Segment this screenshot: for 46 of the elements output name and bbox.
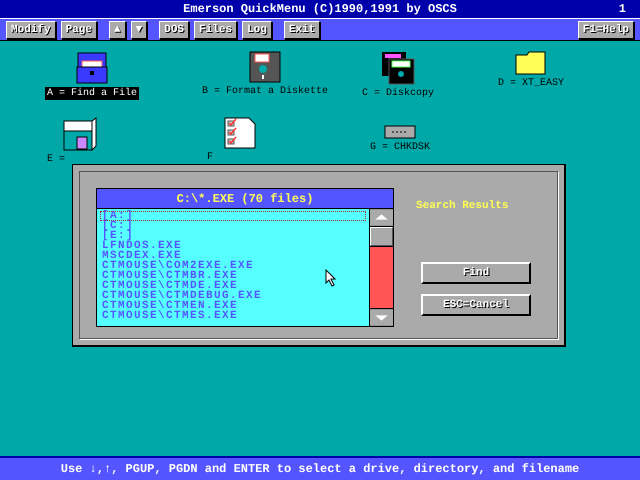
status-text: Use ↓,↑, PGUP, PGDN and ENTER to select a drive, directory, and filename xyxy=(60,462,580,476)
file-item[interactable]: CTMOUSE\CTMBR.EXE xyxy=(100,271,366,281)
file-item[interactable]: CTMOUSE\CTMDEBUG.EXE xyxy=(100,291,366,301)
icon-label[interactable]: C = Diskcopy xyxy=(360,87,436,100)
file-item[interactable]: CTMOUSE\CTMES.EXE xyxy=(100,311,366,321)
file-item[interactable]: [A:] xyxy=(100,211,366,221)
help-button[interactable]: F1=Help xyxy=(578,20,634,38)
toolbar-button[interactable]: Files xyxy=(194,20,238,38)
drive-icon[interactable] xyxy=(384,125,416,139)
icon-label[interactable]: F xyxy=(204,151,215,164)
icon-label[interactable]: B = Format a Diskette xyxy=(200,85,330,98)
file-item[interactable]: CTMOUSE\CTMEN.EXE xyxy=(100,301,366,311)
dialog-button[interactable]: ESC=Cancel xyxy=(421,294,531,316)
dialog-heading: Search Results xyxy=(416,200,508,212)
toolbar-button[interactable]: DOS xyxy=(159,20,190,38)
icon-label[interactable]: E = xyxy=(44,153,67,166)
scrollbar[interactable] xyxy=(369,209,393,326)
checklist-icon[interactable] xyxy=(224,117,256,149)
icon-label[interactable]: D = XT_EASY xyxy=(496,77,566,90)
page-number: 1 xyxy=(618,2,626,16)
file-box-icon[interactable] xyxy=(75,51,109,85)
file-item[interactable]: [E:] xyxy=(100,231,366,241)
scroll-up-icon[interactable] xyxy=(370,209,393,226)
file-item[interactable]: CTMOUSE\CTMDE.EXE xyxy=(100,281,366,291)
window-title: Emerson QuickMenu (C)1990,1991 by OSCS xyxy=(183,2,457,16)
file-item[interactable]: LFNDOS.EXE xyxy=(100,241,366,251)
pointer-icon xyxy=(325,269,337,287)
file-item[interactable]: CTMOUSE\COM2EXE.EXE xyxy=(100,261,366,271)
toolbar-button[interactable]: Modify xyxy=(6,20,56,38)
dialog-button[interactable]: Find xyxy=(421,262,531,284)
icon-label[interactable]: G = CHKDSK xyxy=(368,141,432,154)
file-item[interactable]: MSCDEX.EXE xyxy=(100,251,366,261)
scroll-down-icon[interactable] xyxy=(370,309,393,326)
icon-label[interactable]: A = Find a File xyxy=(45,87,139,100)
folder-icon[interactable] xyxy=(515,51,547,75)
toolbar-button[interactable]: ▼ xyxy=(130,20,148,38)
scroll-thumb[interactable] xyxy=(370,227,393,246)
computer-icon[interactable] xyxy=(63,117,97,151)
toolbar-button[interactable]: Exit xyxy=(284,20,320,38)
list-header: C:\*.EXE (70 files) xyxy=(97,189,393,208)
diskettes-icon[interactable] xyxy=(381,51,415,85)
toolbar-button[interactable]: Page xyxy=(60,20,98,38)
toolbar-button[interactable]: ▲ xyxy=(109,20,126,38)
file-item[interactable]: [C:] xyxy=(100,221,366,231)
toolbar-button[interactable]: Log xyxy=(242,20,272,38)
diskette-icon[interactable] xyxy=(249,51,281,83)
